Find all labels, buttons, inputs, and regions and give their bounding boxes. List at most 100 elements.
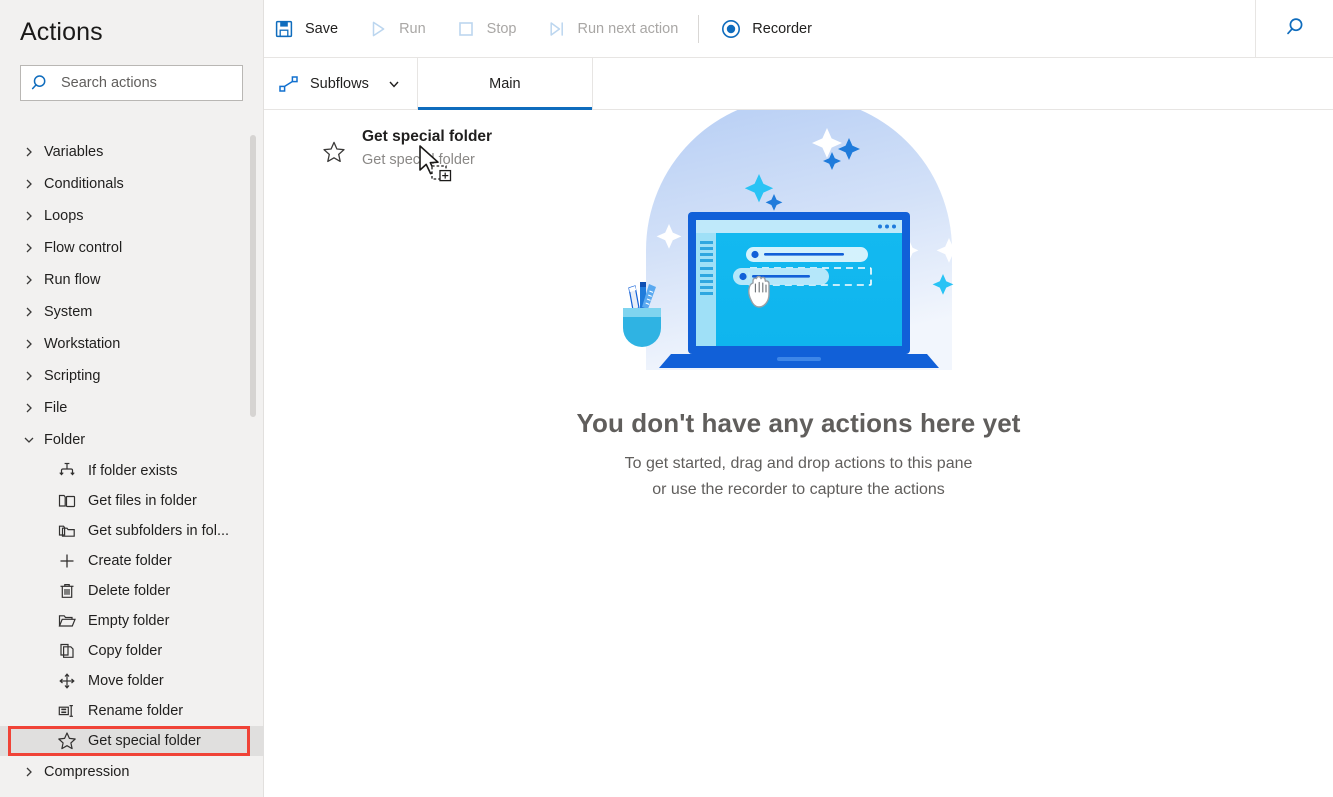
subflow-nodes-icon bbox=[278, 73, 302, 95]
tree-category-label: Workstation bbox=[44, 336, 121, 352]
action-get-subfolders-in-folder[interactable]: Get subfolders in fol... bbox=[0, 516, 264, 546]
toolbar-divider bbox=[698, 14, 700, 43]
tree-category-flow-control[interactable]: Flow control bbox=[0, 232, 264, 264]
recorder-label: Recorder bbox=[752, 20, 812, 37]
flow-canvas[interactable]: Get special folder Get special folder Yo… bbox=[264, 110, 1333, 797]
tree-category-loops[interactable]: Loops bbox=[0, 200, 264, 232]
empty-state-title: You don't have any actions here yet bbox=[576, 408, 1021, 438]
subflow-tabs-bar: Subflows Main bbox=[264, 58, 1333, 110]
chevron-right-icon bbox=[20, 399, 38, 417]
power-automate-designer: Actions Search actions Variables Conditi… bbox=[0, 0, 1333, 797]
copy-icon bbox=[56, 640, 78, 662]
empty-state-subtitle: To get started, drag and drop actions to… bbox=[625, 451, 973, 503]
action-if-folder-exists[interactable]: If folder exists bbox=[0, 456, 264, 486]
chevron-right-icon bbox=[20, 271, 38, 289]
action-label: Copy folder bbox=[88, 643, 163, 659]
drag-drop-laptop-illustration bbox=[599, 110, 999, 392]
tree-category-label: Variables bbox=[44, 144, 104, 160]
action-label: Get subfolders in fol... bbox=[88, 523, 230, 539]
stop-label: Stop bbox=[486, 20, 517, 37]
action-get-special-folder[interactable]: Get special folder bbox=[0, 726, 264, 756]
stop-square-icon bbox=[454, 17, 478, 41]
action-label: Create folder bbox=[88, 553, 172, 569]
open-folder-icon bbox=[56, 610, 78, 632]
tree-category-label: Conditionals bbox=[44, 176, 124, 192]
record-circle-icon bbox=[719, 17, 743, 41]
chevron-right-icon bbox=[20, 367, 38, 385]
action-label: Empty folder bbox=[88, 613, 170, 629]
tree-category-scripting[interactable]: Scripting bbox=[0, 360, 264, 392]
save-label: Save bbox=[305, 20, 339, 37]
sidebar-scrollbar[interactable] bbox=[250, 133, 256, 797]
search-icon bbox=[31, 73, 53, 93]
action-label: If folder exists bbox=[88, 463, 178, 479]
chevron-right-icon bbox=[20, 763, 38, 781]
tree-category-variables[interactable]: Variables bbox=[0, 136, 264, 168]
recorder-button[interactable]: Recorder bbox=[705, 0, 826, 58]
plus-icon bbox=[56, 550, 78, 572]
action-create-folder[interactable]: Create folder bbox=[0, 546, 264, 576]
run-next-label: Run next action bbox=[577, 20, 679, 37]
action-delete-folder[interactable]: Delete folder bbox=[0, 576, 264, 606]
actions-tree[interactable]: Variables Conditionals Loops Flow contro… bbox=[0, 133, 264, 797]
stop-button[interactable]: Stop bbox=[440, 0, 531, 58]
tree-category-folder[interactable]: Folder bbox=[0, 424, 264, 456]
sidebar-scrollbar-thumb[interactable] bbox=[250, 135, 256, 417]
search-actions-box[interactable]: Search actions bbox=[20, 65, 243, 101]
chevron-right-icon bbox=[20, 207, 38, 225]
tree-category-label: Loops bbox=[44, 208, 84, 224]
run-label: Run bbox=[399, 20, 426, 37]
action-label: Get special folder bbox=[88, 733, 201, 749]
subflows-label: Subflows bbox=[310, 75, 369, 92]
step-over-icon bbox=[545, 17, 569, 41]
run-button[interactable]: Run bbox=[352, 0, 440, 58]
designer-pane: Save Run Stop Run next action Recorder S… bbox=[264, 0, 1333, 797]
action-rename-folder[interactable]: Rename folder bbox=[0, 696, 264, 726]
run-next-action-button[interactable]: Run next action bbox=[531, 0, 693, 58]
search-icon bbox=[1283, 15, 1307, 44]
tree-category-system[interactable]: System bbox=[0, 296, 264, 328]
tree-category-label: Run flow bbox=[44, 272, 101, 288]
action-copy-folder[interactable]: Copy folder bbox=[0, 636, 264, 666]
chevron-down-icon bbox=[387, 77, 401, 91]
tree-category-label: File bbox=[44, 400, 68, 416]
main-toolbar: Save Run Stop Run next action Recorder bbox=[264, 0, 1333, 58]
action-label: Get files in folder bbox=[88, 493, 197, 509]
empty-state-line-2: or use the recorder to capture the actio… bbox=[652, 481, 945, 498]
save-floppy-icon bbox=[272, 17, 296, 41]
action-label: Rename folder bbox=[88, 703, 184, 719]
chevron-right-icon bbox=[20, 335, 38, 353]
empty-state-line-1: To get started, drag and drop actions to… bbox=[624, 455, 973, 472]
subflows-dropdown[interactable]: Subflows bbox=[264, 58, 418, 109]
action-move-folder[interactable]: Move folder bbox=[0, 666, 264, 696]
play-triangle-icon bbox=[366, 17, 390, 41]
tree-category-workstation[interactable]: Workstation bbox=[0, 328, 264, 360]
tree-category-label: Scripting bbox=[44, 368, 101, 384]
action-label: Delete folder bbox=[88, 583, 171, 599]
move-arrows-icon bbox=[56, 670, 78, 692]
tab-label: Main bbox=[489, 75, 521, 92]
toolbar-search-button[interactable] bbox=[1255, 0, 1333, 58]
chevron-right-icon bbox=[20, 175, 38, 193]
tree-category-compression[interactable]: Compression bbox=[0, 756, 264, 788]
star-icon bbox=[56, 730, 78, 752]
folder-files-icon bbox=[56, 490, 78, 512]
chevron-right-icon bbox=[20, 239, 38, 257]
search-input[interactable]: Search actions bbox=[61, 75, 157, 91]
page-title: Actions bbox=[20, 18, 103, 46]
branch-icon bbox=[56, 460, 78, 482]
tree-category-run-flow[interactable]: Run flow bbox=[0, 264, 264, 296]
action-label: Move folder bbox=[88, 673, 164, 689]
action-get-files-in-folder[interactable]: Get files in folder bbox=[0, 486, 264, 516]
tab-main[interactable]: Main bbox=[417, 58, 593, 110]
tree-category-label: Compression bbox=[44, 764, 130, 780]
chevron-down-icon bbox=[20, 431, 38, 449]
tree-category-conditionals[interactable]: Conditionals bbox=[0, 168, 264, 200]
tree-category-file[interactable]: File bbox=[0, 392, 264, 424]
tree-category-label: Flow control bbox=[44, 240, 123, 256]
actions-sidebar: Actions Search actions Variables Conditi… bbox=[0, 0, 264, 797]
empty-state: You don't have any actions here yet To g… bbox=[264, 110, 1333, 503]
rename-icon bbox=[56, 700, 78, 722]
save-button[interactable]: Save bbox=[264, 0, 352, 58]
action-empty-folder[interactable]: Empty folder bbox=[0, 606, 264, 636]
